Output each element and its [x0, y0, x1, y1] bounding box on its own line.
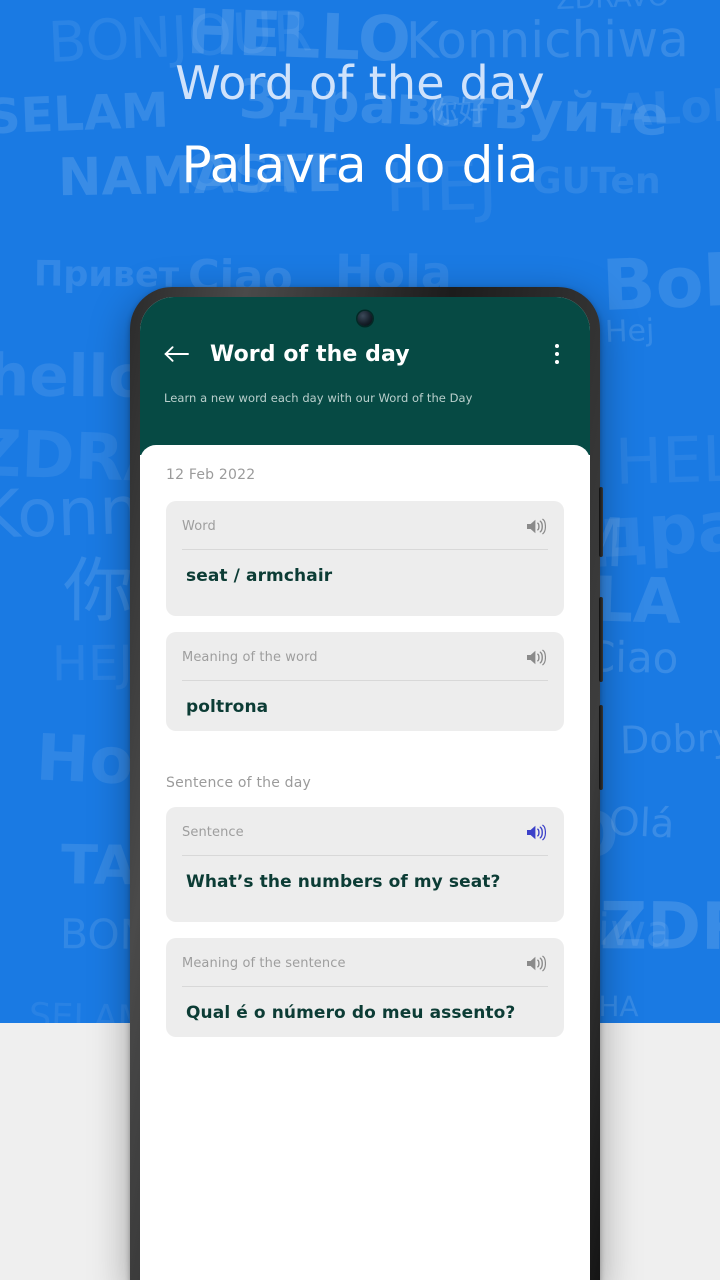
phone-button-volume-down[interactable]: [599, 597, 603, 682]
background-word: Dobrý: [619, 715, 720, 763]
card-meaning-of-the-word-header: Meaning of the word: [182, 646, 548, 668]
card-word-header: Word: [182, 515, 548, 537]
phone-button-volume-up[interactable]: [599, 487, 603, 557]
app-bar-title: Word of the day: [210, 341, 410, 367]
card-meaning-of-the-sentence-label: Meaning of the sentence: [182, 955, 346, 971]
phone-mockup: Word of the day Learn a new word each da…: [130, 287, 603, 1280]
background-word: Привет: [33, 254, 180, 296]
app-bar-row: Word of the day: [160, 297, 570, 371]
card-word-label: Word: [182, 518, 216, 534]
phone-screen: Word of the day Learn a new word each da…: [140, 297, 590, 1280]
card-sentence[interactable]: Sentence What’s the numbers of my seat?: [166, 807, 564, 922]
card-word-value: seat / armchair: [186, 566, 333, 586]
promo-headings: Word of the day Palavra do dia: [0, 0, 720, 194]
card-meaning-of-the-word[interactable]: Meaning of the word poltrona: [166, 632, 564, 731]
card-sentence-value: What’s the numbers of my seat?: [186, 872, 501, 892]
content-sheet: 12 Feb 2022 Word seat / armchair Meaning…: [140, 445, 590, 1280]
volume-up-icon[interactable]: [524, 515, 548, 537]
promo-heading-pt: Palavra do dia: [181, 136, 539, 194]
promo-stage: BONJOURHELLOKonnichiwaZDRAVOSELAMЗдравст…: [0, 0, 720, 1280]
card-meaning-of-the-sentence[interactable]: Meaning of the sentence Qual é o número …: [166, 938, 564, 1037]
card-sentence-header: Sentence: [182, 821, 548, 843]
volume-up-icon[interactable]: [524, 952, 548, 974]
background-word: Olá: [607, 799, 676, 848]
phone-button-power[interactable]: [599, 705, 603, 790]
card-meaning-of-the-word-value: poltrona: [186, 697, 269, 717]
card-meaning-of-the-word-label: Meaning of the word: [182, 649, 318, 665]
app-bar: Word of the day Learn a new word each da…: [140, 297, 590, 455]
camera-punch-hole: [357, 311, 373, 326]
background-word: Hej: [604, 313, 655, 350]
background-word: Bok: [600, 239, 720, 327]
app-bar-subtitle: Learn a new word each day with our Word …: [164, 391, 473, 405]
date-label: 12 Feb 2022: [166, 467, 256, 483]
background-word: HELLO: [614, 420, 720, 499]
section-title-sentence-of-the-day: Sentence of the day: [166, 775, 312, 791]
background-word: HEJ: [51, 635, 133, 693]
arrow-left-icon[interactable]: [160, 337, 194, 371]
promo-heading-en: Word of the day: [175, 56, 545, 110]
card-meaning-of-the-sentence-header: Meaning of the sentence: [182, 952, 548, 974]
card-word[interactable]: Word seat / armchair: [166, 501, 564, 616]
kebab-menu-icon[interactable]: [544, 337, 570, 371]
volume-up-icon[interactable]: [524, 821, 548, 843]
background-word: ZDRAVO: [599, 889, 720, 966]
card-meaning-of-the-sentence-value: Qual é o número do meu assento?: [186, 1003, 516, 1023]
volume-up-icon[interactable]: [524, 646, 548, 668]
card-sentence-label: Sentence: [182, 824, 244, 840]
background-word: hello: [0, 341, 149, 411]
